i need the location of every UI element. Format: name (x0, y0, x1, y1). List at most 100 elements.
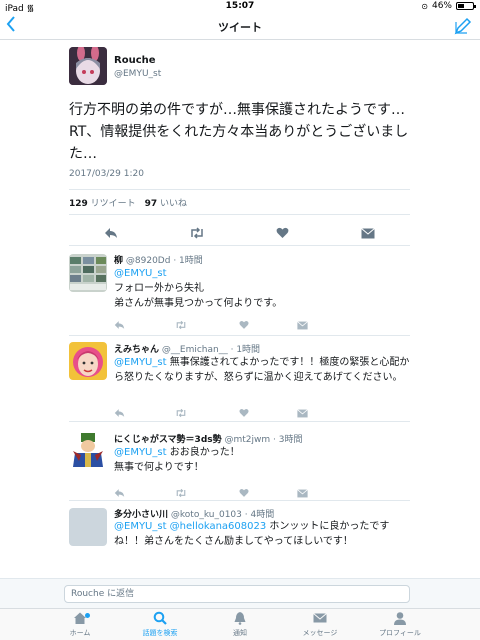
reply-time: · 3時間 (273, 435, 303, 445)
tweet-date: 2017/03/29 1:20 (69, 169, 144, 179)
reply-button[interactable] (104, 224, 118, 243)
retweet-label[interactable]: リツイート (91, 199, 136, 209)
nav-bar: ツイート (0, 14, 480, 40)
tweet-stats: 129 リツイート 97 いいね (69, 196, 193, 209)
divider (69, 500, 410, 501)
reply-icon (105, 228, 117, 238)
avatar[interactable] (69, 47, 107, 85)
avatar[interactable] (69, 508, 107, 546)
bell-icon (234, 612, 246, 625)
heart-icon (239, 409, 249, 417)
reply-icon (114, 409, 125, 417)
reply-header: えみちゃん @__Emichan__ · 1時間 (114, 342, 260, 355)
reply-button[interactable] (114, 403, 125, 422)
person-icon (394, 612, 406, 625)
battery-icon (456, 2, 476, 10)
mention-link[interactable]: @EMYU_st @hellokana608023 (114, 521, 266, 532)
divider (69, 335, 410, 336)
tab-label: 通知 (233, 629, 247, 637)
envelope-icon (297, 489, 308, 498)
reply-time: · 1時間 (173, 256, 203, 266)
envelope-icon (361, 228, 375, 239)
avatar[interactable] (69, 342, 107, 380)
tab-bar: ホーム 話題を検索 通知 メッセージ プロフィール (0, 608, 480, 640)
rotation-lock-icon: ⊙ (421, 1, 428, 11)
reply-text: @EMYU_st おお良かった！ 無事で何よりです！ (114, 445, 414, 475)
author-handle[interactable]: @EMYU_st (114, 69, 161, 79)
envelope-icon (297, 321, 308, 330)
share-button[interactable] (361, 224, 375, 243)
author-handle[interactable]: @8920Dd (126, 256, 171, 266)
reply-text: @EMYU_st フォロー外から失礼 弟さんが無事見つかって何よりです。 (114, 266, 414, 311)
divider (69, 245, 410, 246)
tab-profile[interactable]: プロフィール (360, 611, 440, 638)
author-name[interactable]: Rouche (114, 55, 156, 66)
mention-link[interactable]: @EMYU_st (114, 268, 167, 279)
tweet-actions (69, 222, 410, 242)
share-button[interactable] (297, 403, 308, 422)
like-button[interactable] (276, 224, 289, 243)
status-bar: iPad ᯾ 15:07 ⊙ 46% (0, 0, 480, 14)
mention-link[interactable]: @EMYU_st (114, 357, 167, 368)
retweet-icon (176, 488, 186, 498)
tab-notifications[interactable]: 通知 (200, 611, 280, 638)
heart-icon (239, 321, 249, 329)
author-name[interactable]: にくじゃがスマ勢＝3ds勢 (114, 435, 222, 445)
retweet-button[interactable] (189, 224, 205, 243)
like-button[interactable] (239, 403, 249, 422)
author-handle[interactable]: @mt2jwm (225, 435, 271, 445)
reply-button[interactable] (114, 315, 125, 334)
notification-dot (85, 613, 90, 618)
tab-label: メッセージ (302, 629, 338, 637)
like-label[interactable]: いいね (160, 199, 187, 209)
avatar[interactable] (69, 254, 107, 292)
page-title: ツイート (218, 21, 262, 34)
reply-actions (114, 403, 314, 418)
reply-actions (114, 483, 314, 498)
retweet-icon (176, 320, 186, 330)
reply-header: にくじゃがスマ勢＝3ds勢 @mt2jwm · 3時間 (114, 432, 302, 445)
author-name[interactable]: えみちゃん (114, 345, 159, 355)
retweet-button[interactable] (175, 403, 187, 422)
compose-icon (454, 17, 472, 35)
tab-search[interactable]: 話題を検索 (120, 611, 200, 638)
author-handle[interactable]: @__Emichan__ (162, 345, 228, 355)
reply-actions (114, 315, 314, 330)
author-name[interactable]: 柳 (114, 256, 123, 266)
search-icon (153, 611, 167, 625)
reply-text: @EMYU_st 無事保護されてよかったです！！極度の緊張と心配から怒りたくなり… (114, 355, 414, 385)
tab-label: プロフィール (379, 629, 421, 637)
avatar[interactable] (69, 431, 107, 469)
reply-bar: Rouche に返信 (0, 578, 480, 608)
envelope-icon (313, 613, 327, 623)
mention-link[interactable]: @EMYU_st (114, 447, 167, 458)
heart-icon (276, 227, 289, 238)
tweet-text: 行方不明の弟の件ですが…無事保護されたようです…RT、情報提供をくれた方々本当あ… (69, 102, 409, 162)
retweet-button[interactable] (175, 315, 187, 334)
tab-label: ホーム (69, 629, 91, 637)
battery-percent: 46% (431, 1, 452, 11)
reply-body: フォロー外から失礼 弟さんが無事見つかって何よりです。 (114, 283, 283, 309)
retweet-count[interactable]: 129 (69, 199, 88, 209)
share-button[interactable] (297, 315, 308, 334)
divider (69, 214, 410, 215)
retweet-icon (176, 408, 186, 418)
tab-label: 話題を検索 (142, 629, 178, 637)
reply-input[interactable]: Rouche に返信 (64, 585, 410, 603)
reply-icon (114, 489, 125, 497)
reply-icon (114, 321, 125, 329)
divider (69, 189, 410, 190)
compose-button[interactable] (454, 17, 472, 35)
retweet-icon (191, 227, 203, 239)
heart-icon (239, 489, 249, 497)
reply-header: 柳 @8920Dd · 1時間 (114, 253, 203, 266)
tab-home[interactable]: ホーム (40, 611, 120, 638)
envelope-icon (297, 409, 308, 418)
reply-time: · 1時間 (230, 345, 261, 355)
reply-text: @EMYU_st @hellokana608023 ホンッットに良かったですね！… (114, 519, 414, 549)
tab-messages[interactable]: メッセージ (280, 611, 360, 638)
like-count[interactable]: 97 (145, 199, 158, 209)
status-time: 15:07 (225, 1, 255, 11)
like-button[interactable] (239, 315, 249, 334)
divider (69, 421, 410, 422)
